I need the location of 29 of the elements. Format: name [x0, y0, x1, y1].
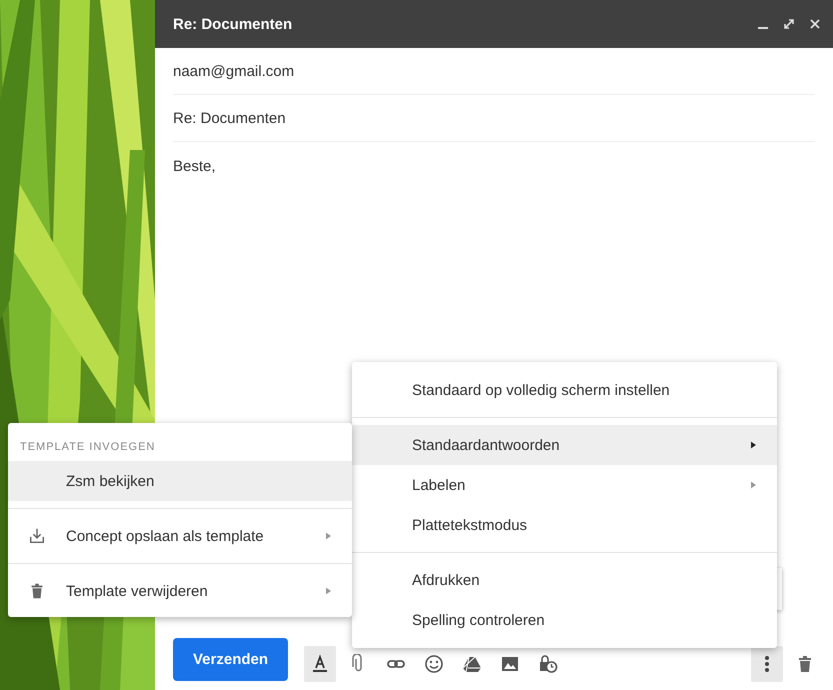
- menu-item[interactable]: Concept opslaan als template: [8, 516, 352, 556]
- expand-icon[interactable]: [783, 18, 795, 30]
- menu-item[interactable]: Labelen: [352, 465, 777, 505]
- menu-item[interactable]: Zsm bekijken: [8, 461, 352, 501]
- submenu-arrow-icon: [326, 587, 330, 595]
- triangle-icon: [462, 654, 482, 674]
- more-options-button[interactable]: [751, 646, 783, 682]
- menu-item[interactable]: Standaardantwoorden: [352, 425, 777, 465]
- download-icon: [28, 527, 46, 545]
- menu-item[interactable]: Afdrukken: [352, 560, 777, 600]
- window-title: Re: Documenten: [173, 16, 294, 32]
- lock-clock-icon: [538, 654, 558, 674]
- smiley-icon: [424, 654, 444, 674]
- menu-item[interactable]: Template verwijderen: [8, 571, 352, 611]
- close-icon[interactable]: [809, 18, 821, 30]
- subject-field[interactable]: Re: Documenten: [173, 110, 286, 126]
- send-button[interactable]: Verzenden: [173, 638, 288, 681]
- menu-item[interactable]: Standaard op volledig scherm instellen: [352, 370, 777, 410]
- image-icon: [500, 654, 520, 674]
- recipient-field[interactable]: naam@gmail.com: [173, 62, 294, 80]
- menu-heading: TEMPLATE INVOEGEN: [19, 440, 156, 455]
- menu-item[interactable]: Spelling controleren: [352, 600, 777, 640]
- menu-item[interactable]: Plattetekstmodus: [352, 505, 777, 545]
- submenu-arrow-icon: [750, 441, 756, 449]
- submenu-arrow-icon: [326, 532, 330, 540]
- more-icon: [765, 656, 769, 672]
- message-body[interactable]: Beste,: [173, 158, 216, 175]
- format-button[interactable]: [304, 646, 336, 682]
- submenu-arrow-icon: [750, 481, 756, 489]
